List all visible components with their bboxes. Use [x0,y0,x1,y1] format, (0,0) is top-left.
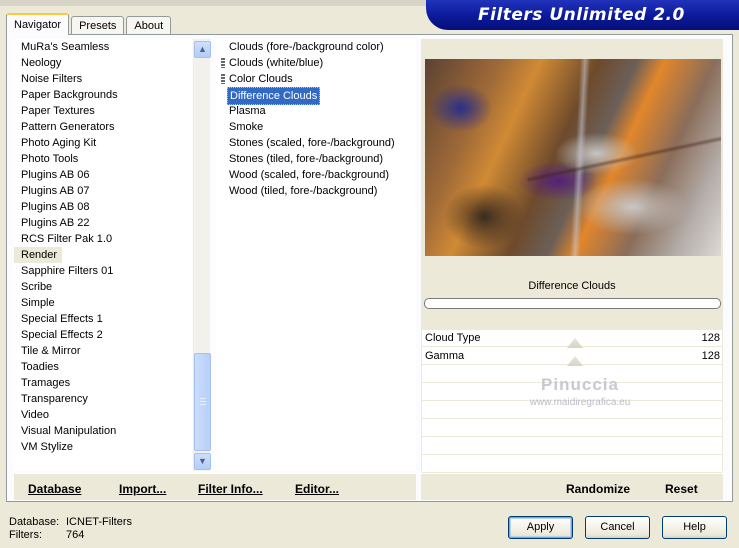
category-item[interactable]: Plugins AB 08 [14,199,192,215]
category-item[interactable]: RCS Filter Pak 1.0 [14,231,192,247]
filter-item[interactable]: Wood (scaled, fore-/background) [216,167,416,183]
scroll-thumb[interactable] [194,353,211,451]
database-value: ICNET-Filters [66,516,132,528]
category-item[interactable]: MuRa's Seamless [14,39,192,55]
category-list[interactable]: MuRa's Seamless Neology Noise Filters Pa… [14,39,192,471]
preview-light-beam [568,59,592,256]
tab-label: About [134,20,164,32]
filters-count: 764 [66,529,85,541]
filter-item[interactable]: Stones (scaled, fore-/background) [216,135,416,151]
category-item[interactable]: Paper Textures [14,103,192,119]
cancel-button[interactable]: Cancel [585,516,650,539]
param-row-empty [422,420,722,437]
app-title-banner: Filters Unlimited 2.0 [426,0,739,30]
category-item[interactable]: Simple [14,295,192,311]
param-value: 128 [701,350,720,362]
slider-thumb-icon[interactable] [567,338,583,348]
tab-about[interactable]: About [126,16,172,35]
category-item[interactable]: Photo Tools [14,151,192,167]
category-item[interactable]: Toadies [14,359,192,375]
scroll-up-icon[interactable]: ▲ [194,41,211,58]
database-info: Database: ICNET-Filters Filters: 764 [9,516,132,542]
category-item[interactable]: Plugins AB 22 [14,215,192,231]
param-label: Cloud Type [425,332,481,344]
category-item[interactable]: Neology [14,55,192,71]
category-item[interactable]: Plugins AB 07 [14,183,192,199]
filter-item[interactable]: Smoke [216,119,416,135]
tab-presets[interactable]: Presets [71,16,125,35]
reset-button[interactable]: Reset [665,481,698,497]
category-item[interactable]: Sapphire Filters 01 [14,263,192,279]
database-key: Database: [9,516,60,528]
param-row-empty [422,438,722,455]
apply-button[interactable]: Apply [508,516,573,539]
tab-label: Navigator [14,19,62,31]
category-item[interactable]: Special Effects 2 [14,327,192,343]
filter-item-selected[interactable]: Difference Clouds [216,87,416,105]
watermark-text: Pinuccia [541,375,619,394]
category-item[interactable]: Visual Manipulation [14,423,192,439]
filter-item[interactable]: Wood (tiled, fore-/background) [216,183,416,199]
category-item[interactable]: Tramages [14,375,192,391]
filter-item[interactable]: Plasma [216,103,416,119]
modified-marker-icon [221,58,225,68]
category-item[interactable]: Noise Filters [14,71,192,87]
slider-thumb-icon[interactable] [567,356,583,366]
filter-list[interactable]: Clouds (fore-/background color) Clouds (… [216,39,416,471]
progress-bar [424,298,721,309]
navigator-toolbar: Database Import... Filter Info... Editor… [14,474,416,500]
filter-item[interactable]: Clouds (white/blue) [216,55,416,71]
category-item[interactable]: Plugins AB 06 [14,167,192,183]
grip-icon [200,398,206,405]
randomize-button[interactable]: Randomize [566,481,630,497]
modified-marker-icon [221,74,225,84]
watermark-url: www.maidiregrafica.eu [529,397,631,408]
category-item[interactable]: Tile & Mirror [14,343,192,359]
filter-name-label: Difference Clouds [528,280,616,292]
param-label: Gamma [425,350,465,362]
editor-button[interactable]: Editor... [295,481,339,497]
database-button[interactable]: Database [28,481,81,497]
category-item[interactable]: Video [14,407,192,423]
param-value: 128 [701,332,720,344]
category-item-selected[interactable]: Render [14,247,62,263]
category-item[interactable]: Transparency [14,391,192,407]
category-item[interactable]: Pattern Generators [14,119,192,135]
preview-toolbar: Randomize Reset [421,474,723,500]
help-button[interactable]: Help [662,516,727,539]
param-row-cloud-type[interactable]: Cloud Type 128 [422,330,722,348]
param-row-gamma[interactable]: Gamma 128 [422,348,722,366]
filter-item[interactable]: Stones (tiled, fore-/background) [216,151,416,167]
category-item[interactable]: Special Effects 1 [14,311,192,327]
filter-item[interactable]: Color Clouds [216,71,416,87]
category-item[interactable]: VM Stylize [14,439,192,455]
category-item[interactable]: Photo Aging Kit [14,135,192,151]
scroll-down-icon[interactable]: ▼ [194,453,211,470]
category-item[interactable]: Scribe [14,279,192,295]
app-title: Filters Unlimited 2.0 [478,5,685,25]
import-button[interactable]: Import... [119,481,166,497]
filter-preview-image [425,59,721,256]
tab-bar: Navigator Presets About [6,13,173,35]
filters-key: Filters: [9,529,42,541]
tab-navigator[interactable]: Navigator [6,13,70,35]
param-row-empty [422,456,722,473]
category-scrollbar[interactable]: ▲ ▼ [193,39,211,471]
filter-item[interactable]: Clouds (fore-/background color) [216,39,416,55]
tab-label: Presets [79,20,117,32]
preview-dark-streak [526,131,721,183]
filter-info-button[interactable]: Filter Info... [198,481,263,497]
category-item[interactable]: Paper Backgrounds [14,87,192,103]
